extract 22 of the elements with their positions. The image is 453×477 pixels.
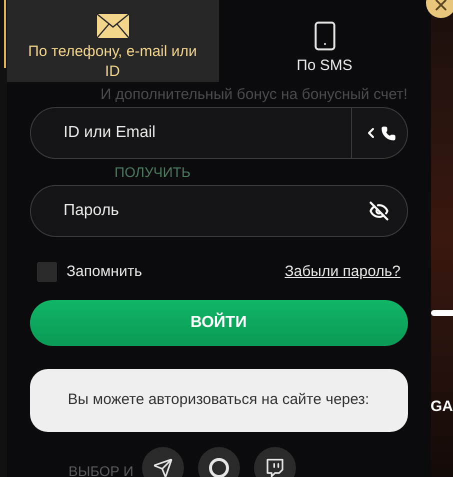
social-login-button[interactable] — [254, 447, 296, 477]
paper-plane-icon — [152, 458, 172, 477]
login-tab[interactable]: По SMS — [218, 0, 430, 82]
social-login-button[interactable] — [198, 447, 240, 477]
remember-checkbox[interactable] — [36, 262, 56, 282]
section-heading: ВЫБОР И — [68, 462, 134, 477]
envelope-icon — [96, 14, 128, 38]
slider-indicator — [430, 310, 453, 316]
social-login-note: Вы можете авторизоваться на сайте через: — [68, 390, 370, 410]
login-tab[interactable]: По телефону, e-mail или ID — [6, 0, 218, 82]
eye-slash-icon — [368, 201, 388, 221]
get-bonus-text: ПОЛУЧИТЬ — [114, 164, 191, 180]
remember-label: Запомнить — [66, 262, 142, 282]
social-login-button[interactable] — [142, 447, 184, 477]
twitch-icon — [264, 458, 284, 477]
phone-icon — [380, 126, 396, 140]
password-field[interactable]: Пароль — [30, 185, 408, 237]
banner-heading: GA — [430, 397, 453, 417]
forgot-password-link[interactable]: Забыли пароль? — [284, 260, 400, 284]
google-icon — [208, 458, 228, 477]
login-field[interactable]: ID или Email — [30, 107, 408, 159]
promo-subtitle: И дополнительный бонус на бонусный счет! — [99, 85, 408, 105]
